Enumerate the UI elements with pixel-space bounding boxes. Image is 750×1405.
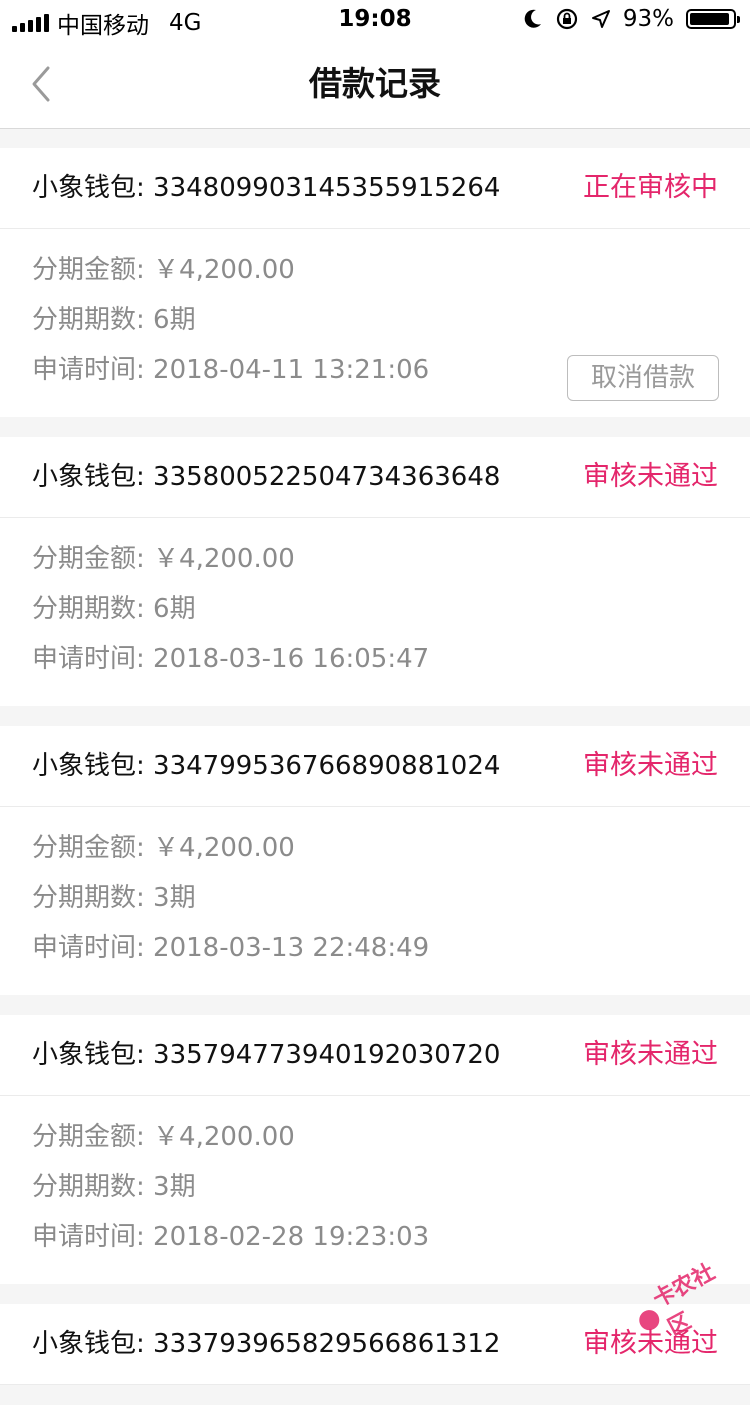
record-header: 小象钱包: 334799536766890881024 审核未通过 [0, 726, 750, 807]
status-bar: 中国移动 4G 19:08 93% [0, 0, 750, 40]
record-product-id: 小象钱包: 335800522504734363648 [32, 462, 501, 492]
periods-label: 分期期数: [32, 1172, 154, 1202]
record-details: 分期金额: ￥4,200.00 分期期数: 6期 申请时间: 2018-03-16 … [0, 518, 750, 706]
periods-row: 分期期数: 6期 [0, 588, 750, 638]
periods-row: 分期期数: 3期 [0, 877, 750, 927]
record-status: 审核未通过 [583, 1039, 718, 1070]
record-header: 小象钱包: 335800522504734363648 审核未通过 [0, 437, 750, 518]
periods-row: 分期期数: 3期 [0, 1166, 750, 1216]
moon-icon [524, 9, 541, 28]
record-header: 小象钱包: 334809903145355915264 正在审核中 [0, 148, 750, 229]
loan-record-card[interactable]: 小象钱包: 334809903145355915264 正在审核中分期金额: ￥4… [0, 148, 750, 417]
amount-value: ￥4,200.00 [153, 544, 295, 574]
apply-time-value: 2018-03-13 22:48:49 [153, 933, 430, 963]
apply-time-value: 2018-02-28 19:23:03 [153, 1222, 430, 1252]
battery-percent: 93% [622, 6, 674, 32]
amount-row: 分期金额: ￥4,200.00 [0, 538, 750, 588]
amount-label: 分期金额: [32, 833, 154, 863]
periods-label: 分期期数: [32, 305, 154, 335]
status-right: 93% [523, 6, 740, 32]
loan-record-card[interactable]: 小象钱包: 335800522504734363648 审核未通过分期金额: ￥4… [0, 437, 750, 706]
record-product-id: 小象钱包: 335794773940192030720 [32, 1040, 501, 1070]
apply-time-label: 申请时间: [32, 1222, 154, 1252]
apply-time-label: 申请时间: [32, 933, 154, 963]
apply-time-label: 申请时间: [32, 355, 154, 385]
amount-row: 分期金额: ￥4,200.00 [0, 249, 750, 299]
apply-time-row: 申请时间: 2018-02-28 19:23:03 [0, 1216, 750, 1266]
periods-row: 分期期数: 6期 [0, 299, 750, 349]
location-arrow-icon [591, 10, 610, 28]
loan-record-list: 小象钱包: 334809903145355915264 正在审核中分期金额: ￥4… [0, 148, 750, 1405]
amount-value: ￥4,200.00 [153, 1122, 295, 1152]
periods-value: 6期 [153, 305, 196, 335]
amount-label: 分期金额: [32, 255, 154, 285]
record-status: 审核未通过 [583, 461, 718, 492]
periods-value: 3期 [153, 1172, 196, 1202]
apply-time-row: 申请时间: 2018-03-16 16:05:47 [0, 638, 750, 688]
apply-time-row: 申请时间: 2018-03-13 22:48:49 [0, 927, 750, 977]
loan-record-card[interactable]: 小象钱包: 334799536766890881024 审核未通过分期金额: ￥4… [0, 726, 750, 995]
periods-value: 3期 [153, 883, 196, 913]
record-product-id: 小象钱包: 334809903145355915264 [32, 173, 501, 203]
navigation-bar: 借款记录 [0, 40, 750, 129]
record-status: 审核未通过 [583, 750, 718, 781]
periods-label: 分期期数: [32, 883, 154, 913]
record-product-id: 小象钱包: 334799536766890881024 [32, 751, 501, 781]
record-details: 分期金额: ￥4,200.00 分期期数: 3期 申请时间: 2018-03-13 … [0, 807, 750, 995]
amount-label: 分期金额: [32, 1122, 154, 1152]
record-details: 分期金额: ￥4,200.00 分期期数: 3期 申请时间: 2018-02-28 … [0, 1096, 750, 1284]
record-product-id: 小象钱包: 333793965829566861312 [32, 1329, 501, 1359]
record-header: 小象钱包: 335794773940192030720 审核未通过 [0, 1015, 750, 1096]
periods-value: 6期 [153, 594, 196, 624]
amount-row: 分期金额: ￥4,200.00 [0, 827, 750, 877]
apply-time-label: 申请时间: [32, 644, 154, 674]
record-details: 分期金额: ￥4,200.00 分期期数: 6期 申请时间: 2018-04-11 … [0, 229, 750, 417]
amount-value: ￥4,200.00 [153, 833, 295, 863]
record-status: 正在审核中 [583, 172, 718, 203]
loan-record-card[interactable]: 小象钱包: 335794773940192030720 审核未通过分期金额: ￥4… [0, 1015, 750, 1284]
apply-time-value: 2018-03-16 16:05:47 [153, 644, 430, 674]
cancel-loan-button[interactable]: 取消借款 [567, 355, 719, 401]
amount-value: ￥4,200.00 [153, 255, 295, 285]
apply-time-value: 2018-04-11 13:21:06 [153, 355, 430, 385]
rotation-lock-icon [556, 8, 577, 30]
amount-label: 分期金额: [32, 544, 154, 574]
battery-icon [686, 9, 740, 29]
page-title: 借款记录 [309, 64, 441, 103]
battery-fill [690, 13, 730, 25]
amount-row: 分期金额: ￥4,200.00 [0, 1116, 750, 1166]
periods-label: 分期期数: [32, 594, 154, 624]
